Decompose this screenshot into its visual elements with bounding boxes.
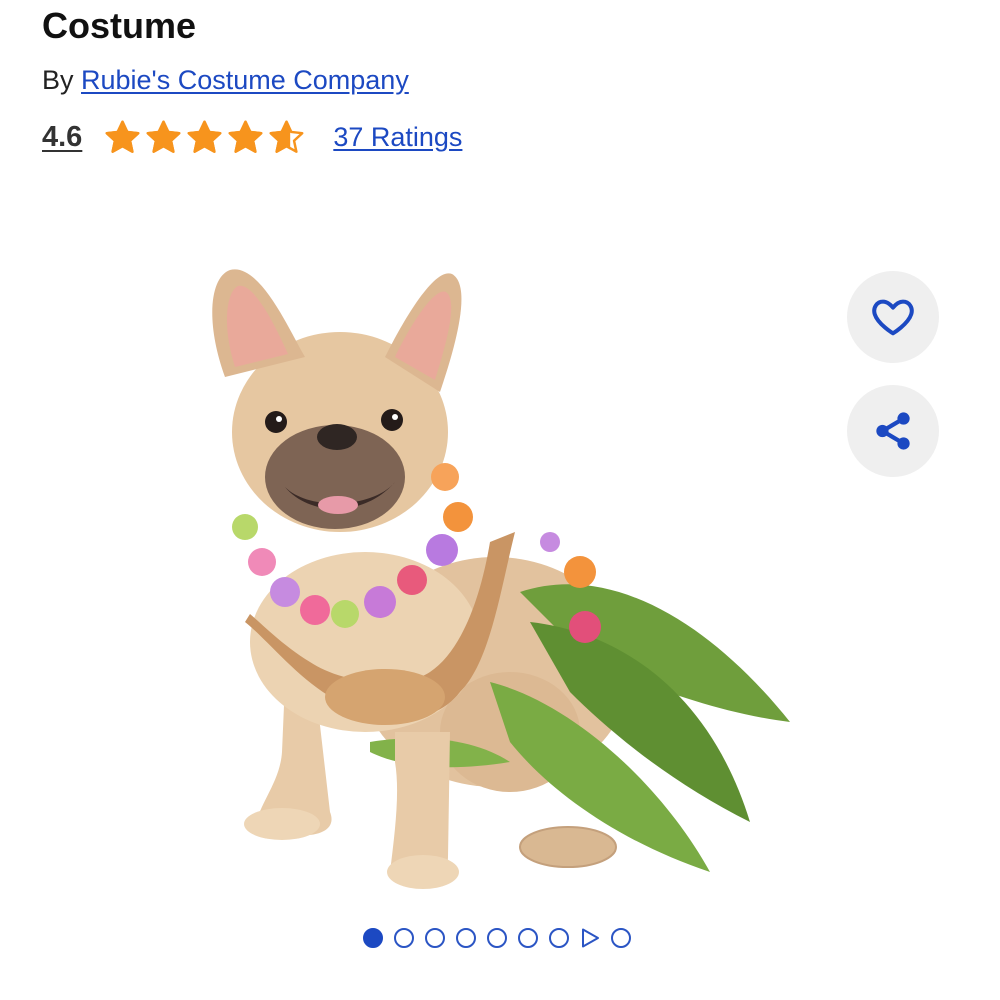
rating-value[interactable]: 4.6 [42, 121, 82, 154]
pagination-dot-7[interactable] [549, 928, 569, 948]
pagination-dot-9[interactable] [611, 928, 631, 948]
star-icon [146, 120, 181, 153]
pagination-dot-1[interactable] [363, 928, 383, 948]
star-icon [228, 120, 263, 153]
star-rating [104, 119, 305, 156]
front-paw-left [244, 808, 320, 840]
star-icon [187, 120, 222, 153]
star-half-icon [269, 120, 304, 153]
dog-eye-right [381, 409, 403, 431]
favorite-button[interactable] [847, 271, 939, 363]
pagination-dot-2[interactable] [394, 928, 414, 948]
dog-nose [317, 424, 357, 450]
brand-link[interactable]: Rubie's Costume Company [81, 65, 409, 95]
hind-paw [519, 826, 617, 868]
pagination-dot-6[interactable] [518, 928, 538, 948]
dog-eye-left [265, 411, 287, 433]
product-image[interactable] [190, 262, 810, 912]
pagination-dot-4[interactable] [456, 928, 476, 948]
byline-prefix: By [42, 65, 82, 95]
coconut-cup [325, 669, 445, 725]
dog-tongue [318, 496, 358, 514]
share-icon [876, 412, 910, 450]
rating-row: 4.6 37 Ratings [42, 116, 462, 158]
heart-icon [872, 299, 914, 336]
ratings-link[interactable]: 37 Ratings [333, 122, 462, 153]
product-title: Costume [42, 5, 197, 46]
byline: By Rubie's Costume Company [42, 62, 409, 98]
star-icon [105, 120, 140, 153]
pagination-dot-5[interactable] [487, 928, 507, 948]
front-paw-right [387, 855, 459, 889]
share-button[interactable] [847, 385, 939, 477]
pagination-dot-3[interactable] [425, 928, 445, 948]
video-play-icon[interactable] [580, 927, 600, 949]
gallery-pagination [363, 926, 631, 950]
